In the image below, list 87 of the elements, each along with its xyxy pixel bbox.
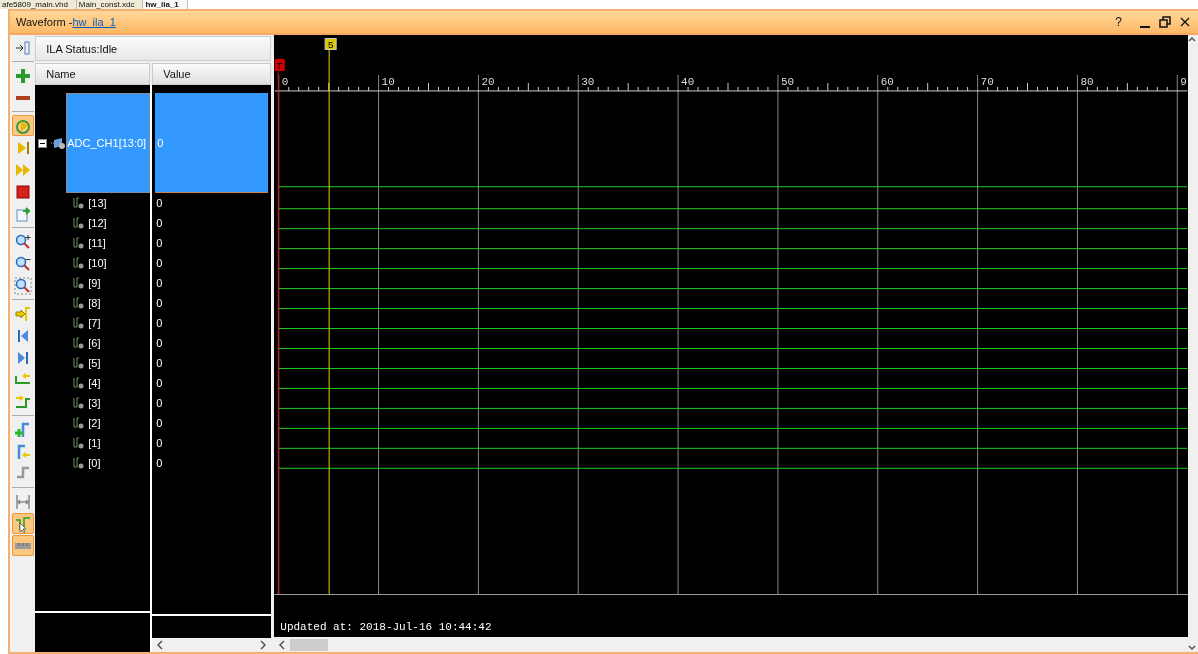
wire-icon <box>73 417 86 429</box>
ruler-label: 30 <box>581 75 595 88</box>
restore-icon[interactable] <box>1158 15 1172 29</box>
title-link[interactable]: hw_ila_1 <box>72 16 116 28</box>
bit-name[interactable]: [0] <box>88 457 101 469</box>
column-header[interactable]: Name <box>35 63 151 85</box>
ruler-label: 80 <box>1080 75 1094 88</box>
bit-value: 0 <box>156 357 163 369</box>
wire-icon <box>73 397 86 409</box>
update-time: Updated at: 2018-Jul-16 10:44:42 <box>280 621 492 634</box>
bit-name[interactable]: [11] <box>88 237 106 249</box>
help-button[interactable]: ? <box>1115 15 1122 29</box>
wire-icon <box>73 217 86 229</box>
add-marker-icon <box>13 420 32 439</box>
scroll-down-icon[interactable] <box>1188 642 1197 652</box>
bit-value: 0 <box>156 457 163 469</box>
bit-name[interactable]: [13] <box>88 197 107 209</box>
wire-icon <box>73 277 86 289</box>
bit-value: 0 <box>156 277 163 289</box>
bus-icon <box>51 136 68 150</box>
bit-name[interactable]: [9] <box>88 277 101 289</box>
bit-name[interactable]: [8] <box>88 297 101 309</box>
bit-name[interactable]: [5] <box>88 357 101 369</box>
ruler-label: 70 <box>980 75 995 88</box>
bit-value: 0 <box>156 257 163 269</box>
scroll-right-icon[interactable] <box>259 640 268 650</box>
zoom-out-icon <box>13 254 32 273</box>
wire-icon <box>73 197 86 209</box>
stop-icon <box>13 182 32 201</box>
window-title: Waveform - <box>16 16 73 28</box>
bit-value: 0 <box>156 237 163 249</box>
remove-icon <box>13 95 32 100</box>
ruler-label: 20 <box>481 75 495 88</box>
zoom-in-icon <box>13 232 32 251</box>
go-cursor-icon <box>13 304 32 323</box>
bit-value: 0 <box>156 377 163 389</box>
bit-value: 0 <box>156 217 163 229</box>
bit-name[interactable]: [4] <box>88 377 101 389</box>
next-edge-icon <box>13 392 32 411</box>
bit-name[interactable]: [1] <box>88 437 101 449</box>
ruler-label: 60 <box>881 75 895 88</box>
export-icon <box>13 204 32 223</box>
ruler-label: 40 <box>681 75 695 88</box>
toolbar-button[interactable] <box>11 275 34 296</box>
bit-value: 0 <box>156 197 163 209</box>
ruler-icon <box>13 542 32 549</box>
bit-name[interactable]: [10] <box>88 257 107 269</box>
scroll-left-icon[interactable] <box>156 640 165 650</box>
bit-value: 0 <box>156 397 163 409</box>
wire-icon <box>73 297 86 309</box>
zoom-fit-icon <box>13 276 32 295</box>
column-header[interactable]: Value <box>152 63 272 85</box>
bit-value: 0 <box>156 317 163 329</box>
wire-icon <box>73 357 86 369</box>
snap-icon <box>13 514 32 533</box>
bit-name[interactable]: [7] <box>88 317 101 329</box>
bit-value: 0 <box>156 297 163 309</box>
ruler-label: 9 <box>1180 75 1188 88</box>
scroll-left-icon[interactable] <box>278 639 287 650</box>
toolbar-button[interactable] <box>11 513 34 534</box>
ruler-label: 50 <box>781 75 795 88</box>
wire-icon <box>73 237 86 249</box>
wire-icon <box>73 457 86 469</box>
close-icon[interactable] <box>1178 15 1192 29</box>
bit-name[interactable]: [6] <box>88 337 101 349</box>
ruler-label: 0 <box>282 75 289 88</box>
wire-icon <box>73 317 86 329</box>
bit-value: 0 <box>156 437 163 449</box>
waveform-view[interactable]: 0 10 20 30 40 50 60 70 80 9 T 5 <box>274 35 1189 595</box>
scroll-thumb[interactable] <box>290 638 329 651</box>
bit-name[interactable]: [12] <box>88 217 107 229</box>
toolbar-button[interactable] <box>11 535 34 556</box>
ruler-label: 10 <box>381 75 395 88</box>
bit-name[interactable]: [2] <box>88 417 101 429</box>
collapse-icon[interactable] <box>38 138 48 148</box>
swap-icon <box>13 492 32 511</box>
ila-status: ILA Status:Idle <box>35 36 272 61</box>
wire-icon <box>73 257 86 269</box>
wire-icon <box>73 337 86 349</box>
bit-value: 0 <box>156 337 163 349</box>
signal-value: 0 <box>155 93 269 193</box>
collapse-icon <box>13 38 32 57</box>
add-icon <box>13 66 32 85</box>
wire-icon <box>73 437 86 449</box>
wire-icon <box>73 377 86 389</box>
bit-name[interactable]: [3] <box>88 397 101 409</box>
bit-value: 0 <box>156 417 163 429</box>
